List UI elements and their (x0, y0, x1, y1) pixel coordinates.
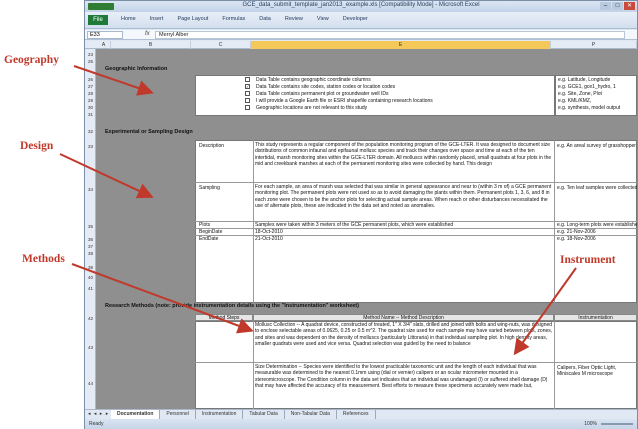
geography-arrow (73, 65, 154, 96)
design-arrow (59, 153, 154, 199)
methods-arrow (71, 263, 254, 334)
annotation-arrows (59, 65, 577, 356)
instrument-arrow (513, 267, 577, 356)
